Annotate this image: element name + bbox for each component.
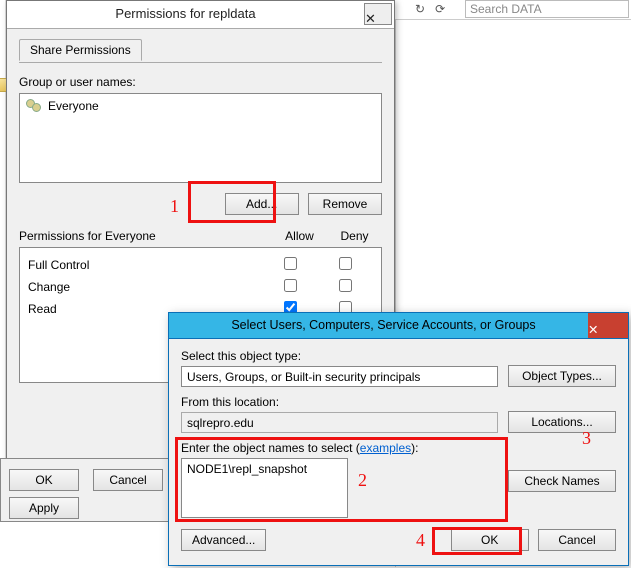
- refresh-icon[interactable]: ⟳: [435, 2, 445, 16]
- tabstrip: Share Permissions: [19, 39, 382, 63]
- explorer-toolbar: ↻ ⟳ Search DATA: [395, 0, 631, 20]
- explorer-search-input[interactable]: Search DATA: [465, 0, 629, 18]
- group-label: Group or user names:: [19, 75, 382, 89]
- object-types-button[interactable]: Object Types...: [508, 365, 616, 387]
- object-type-field: Users, Groups, or Built-in security prin…: [181, 366, 498, 387]
- deny-full-control-checkbox[interactable]: [339, 257, 352, 270]
- user-name: Everyone: [48, 99, 99, 113]
- close-button[interactable]: ✕: [364, 3, 392, 25]
- permissions-for-label: Permissions for Everyone: [19, 229, 272, 243]
- add-button[interactable]: Add...: [225, 193, 299, 215]
- object-names-input[interactable]: NODE1\repl_snapshot: [181, 458, 348, 518]
- group-user-list[interactable]: Everyone: [19, 93, 382, 183]
- location-field: sqlrepro.edu: [181, 412, 498, 433]
- object-names-label: Enter the object names to select (exampl…: [181, 441, 498, 455]
- apply-button[interactable]: Apply: [9, 497, 79, 519]
- cancel-button[interactable]: Cancel: [538, 529, 616, 551]
- locations-button[interactable]: Locations...: [508, 411, 616, 433]
- check-names-button[interactable]: Check Names: [508, 470, 616, 492]
- location-label: From this location:: [181, 395, 498, 409]
- allow-header: Allow: [272, 229, 327, 243]
- permissions-titlebar: Permissions for repldata ✕: [7, 1, 394, 29]
- examples-link[interactable]: examples: [360, 441, 411, 455]
- object-type-label: Select this object type:: [181, 349, 498, 363]
- select-users-title-text: Select Users, Computers, Service Account…: [169, 318, 598, 332]
- list-item[interactable]: Everyone: [24, 98, 377, 114]
- deny-header: Deny: [327, 229, 382, 243]
- perm-name: Full Control: [28, 258, 263, 272]
- remove-button[interactable]: Remove: [308, 193, 382, 215]
- go-icon[interactable]: ↻: [415, 2, 425, 16]
- advanced-button[interactable]: Advanced...: [181, 529, 266, 551]
- ok-button[interactable]: OK: [9, 469, 79, 491]
- perm-row-change: Change: [28, 276, 373, 298]
- ok-button[interactable]: OK: [451, 529, 529, 551]
- perm-name: Change: [28, 280, 263, 294]
- group-icon: [26, 99, 42, 113]
- deny-change-checkbox[interactable]: [339, 279, 352, 292]
- permissions-title-text: Permissions for repldata: [7, 6, 364, 21]
- close-button[interactable]: ✕: [588, 313, 628, 338]
- allow-change-checkbox[interactable]: [284, 279, 297, 292]
- select-users-titlebar: Select Users, Computers, Service Account…: [169, 313, 628, 339]
- cancel-button[interactable]: Cancel: [93, 469, 163, 491]
- perm-row-full-control: Full Control: [28, 254, 373, 276]
- tab-share-permissions[interactable]: Share Permissions: [19, 39, 142, 61]
- select-users-dialog: Select Users, Computers, Service Account…: [168, 312, 629, 566]
- allow-full-control-checkbox[interactable]: [284, 257, 297, 270]
